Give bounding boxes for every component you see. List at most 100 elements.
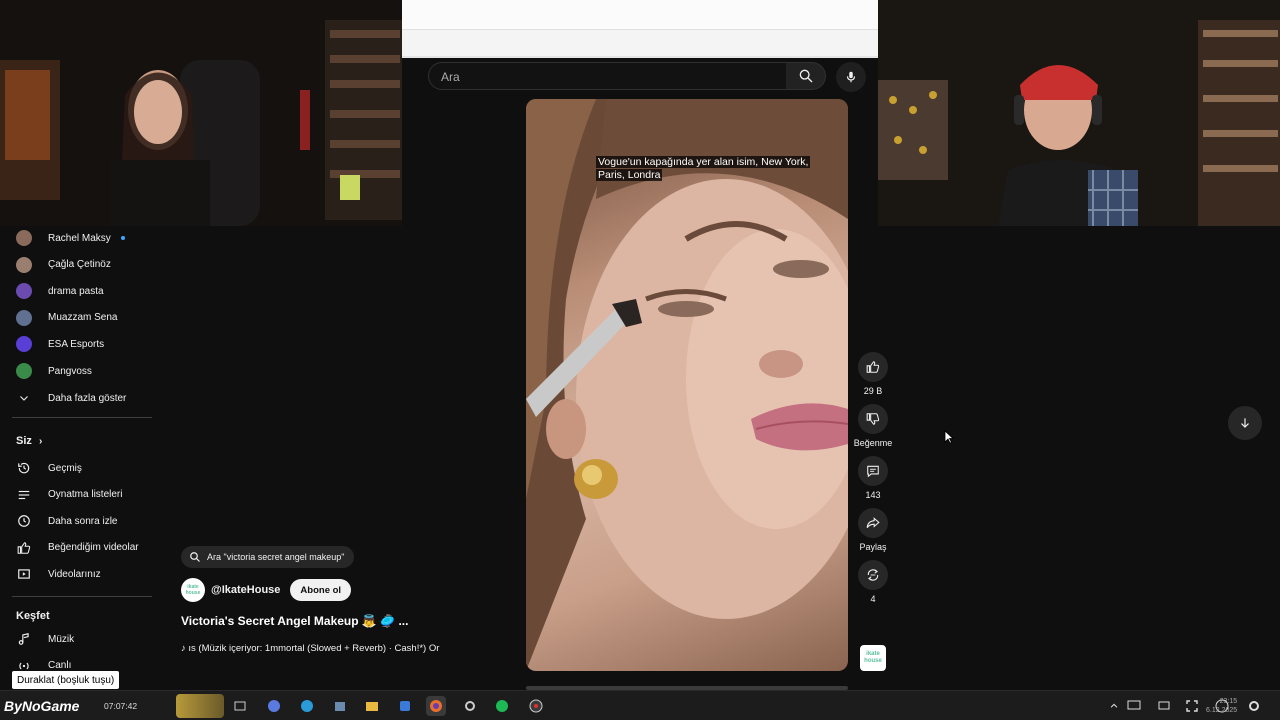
thumb-up-icon <box>14 538 34 558</box>
arrow-down-icon <box>1241 418 1249 428</box>
store-button[interactable] <box>330 696 350 716</box>
search-button[interactable] <box>786 62 826 90</box>
system-clock: 23:15 6.12.2025 <box>1206 698 1238 714</box>
short-actions: 29 B Beğenme 143 Paylaş 4 <box>852 352 894 612</box>
clock-icon <box>14 511 34 531</box>
comment-button[interactable] <box>858 456 888 486</box>
spotify-icon <box>496 700 508 712</box>
comment-count: 143 <box>865 490 881 500</box>
video-title[interactable]: Victoria's Secret Angel Makeup 👼 🥏 ... <box>181 614 408 628</box>
tray-network-button[interactable] <box>1156 698 1172 714</box>
voice-search-button[interactable] <box>836 62 866 92</box>
sidebar-subscription-item[interactable]: ESA Esports <box>14 334 104 354</box>
you-section-heading[interactable]: Siz › <box>16 435 42 447</box>
comment-icon <box>867 465 879 478</box>
sidebar-subscription-item[interactable]: Pangvoss <box>14 361 92 381</box>
short-video-player[interactable]: Vogue'un kapağında yer alan isim, New Yo… <box>526 99 848 671</box>
sidebar-item[interactable]: Müzik <box>14 629 74 649</box>
channel-badge-text: ikate house <box>864 651 882 664</box>
explore-heading-label: Keşfet <box>16 610 50 622</box>
channel-avatar-text: ikate house <box>185 584 201 596</box>
search-input[interactable]: Ara <box>428 62 788 90</box>
music-icon <box>14 629 34 649</box>
sidebar-item[interactable]: Daha sonra izle <box>14 511 117 531</box>
browser-top-strip <box>402 0 878 58</box>
obs-button[interactable] <box>526 696 546 716</box>
sidebar-subscription-item[interactable]: drama pasta <box>14 281 104 301</box>
copilot-button[interactable] <box>264 696 284 716</box>
show-more-button[interactable]: Daha fazla göster <box>14 388 126 408</box>
pause-tooltip: Duraklat (boşluk tuşu) <box>12 671 120 689</box>
you-heading-label: Siz <box>16 435 32 447</box>
remix-count: 4 <box>870 594 876 604</box>
sidebar-subscription-item[interactable]: Çağla Çetinöz <box>14 255 111 275</box>
search-widget[interactable] <box>176 694 224 718</box>
channel-avatar[interactable]: ikate house <box>181 578 205 602</box>
music-info[interactable]: ♪ ıs (Müzik içeriyor: 1mmortal (Slowed +… <box>181 643 439 654</box>
sidebar-item-label: Geçmiş <box>48 462 82 474</box>
browser-tab-bar <box>402 0 878 30</box>
sidebar-subscription-item[interactable]: Muazzam Sena <box>14 308 117 328</box>
monitor-icon <box>1127 700 1141 710</box>
explore-section-heading: Keşfet <box>16 610 50 622</box>
tray-app-button[interactable] <box>1126 698 1142 714</box>
sidebar-subscription-item[interactable]: Rachel Maksy <box>14 228 125 248</box>
webcam-right <box>878 0 1280 226</box>
search-suggestion-chip[interactable]: Ara "victoria secret angel makeup" <box>181 546 355 568</box>
channel-handle[interactable]: @IkateHouse <box>211 584 280 596</box>
show-more-label: Daha fazla göster <box>48 392 127 404</box>
remix-button[interactable] <box>858 560 888 590</box>
like-count: 29 B <box>863 386 883 396</box>
channel-avatar-button[interactable]: ikate house <box>860 645 886 671</box>
firefox-button[interactable] <box>426 696 446 716</box>
subscribe-button[interactable]: Abone ol <box>290 579 352 601</box>
channel-avatar <box>14 361 34 381</box>
app-button[interactable] <box>395 696 415 716</box>
dislike-label: Beğenme <box>853 438 893 448</box>
channel-avatar <box>14 228 34 248</box>
share-button[interactable] <box>858 508 888 538</box>
sidebar-divider <box>12 596 152 597</box>
tooltip-text: Duraklat (boşluk tuşu) <box>17 674 115 686</box>
sidebar-item-label: Müzik <box>48 633 75 645</box>
next-short-button[interactable] <box>1228 406 1262 440</box>
tray-expand-button[interactable] <box>1106 698 1122 714</box>
playlist-icon <box>14 485 34 505</box>
task-view-button[interactable] <box>230 696 250 716</box>
file-explorer-button[interactable] <box>362 696 382 716</box>
stream-logo: ByNoGame <box>4 698 80 714</box>
sidebar-item[interactable]: Beğendiğim videolar <box>14 538 139 558</box>
spotify-button[interactable] <box>492 696 512 716</box>
tray-settings-button[interactable] <box>1246 698 1262 714</box>
dislike-action: Beğenme <box>852 404 894 448</box>
avatar <box>16 230 32 246</box>
share-action: Paylaş <box>852 508 894 552</box>
search-placeholder: Ara <box>441 70 460 84</box>
firefox-icon <box>430 700 442 712</box>
task-view-icon <box>234 701 246 711</box>
tray-fullscreen-button[interactable] <box>1184 698 1200 714</box>
thumb-down-icon <box>866 413 880 425</box>
gear-icon <box>1249 701 1259 711</box>
sidebar-item[interactable]: Videolarınız <box>14 564 101 584</box>
chevron-down-icon <box>14 388 34 408</box>
sidebar-item[interactable]: Oynatma listeleri <box>14 485 122 505</box>
sidebar-item[interactable]: Geçmiş <box>14 458 82 478</box>
settings-button[interactable] <box>460 696 480 716</box>
edge-button[interactable] <box>297 696 317 716</box>
search-icon <box>799 69 812 83</box>
subscribe-label: Abone ol <box>300 584 342 596</box>
mouse-cursor-icon <box>944 430 954 444</box>
like-button[interactable] <box>858 352 888 382</box>
store-icon <box>335 702 345 711</box>
share-icon <box>866 517 880 528</box>
dislike-button[interactable] <box>858 404 888 434</box>
video-icon <box>14 564 34 584</box>
remix-icon <box>867 569 879 581</box>
like-action: 29 B <box>852 352 894 396</box>
remix-action: 4 <box>852 560 894 604</box>
history-icon <box>14 458 34 478</box>
edge-icon <box>301 700 313 712</box>
copilot-icon <box>268 700 280 712</box>
sidebar: Rachel Maksy Çağla Çetinöz drama pasta Muaz… <box>0 226 156 686</box>
